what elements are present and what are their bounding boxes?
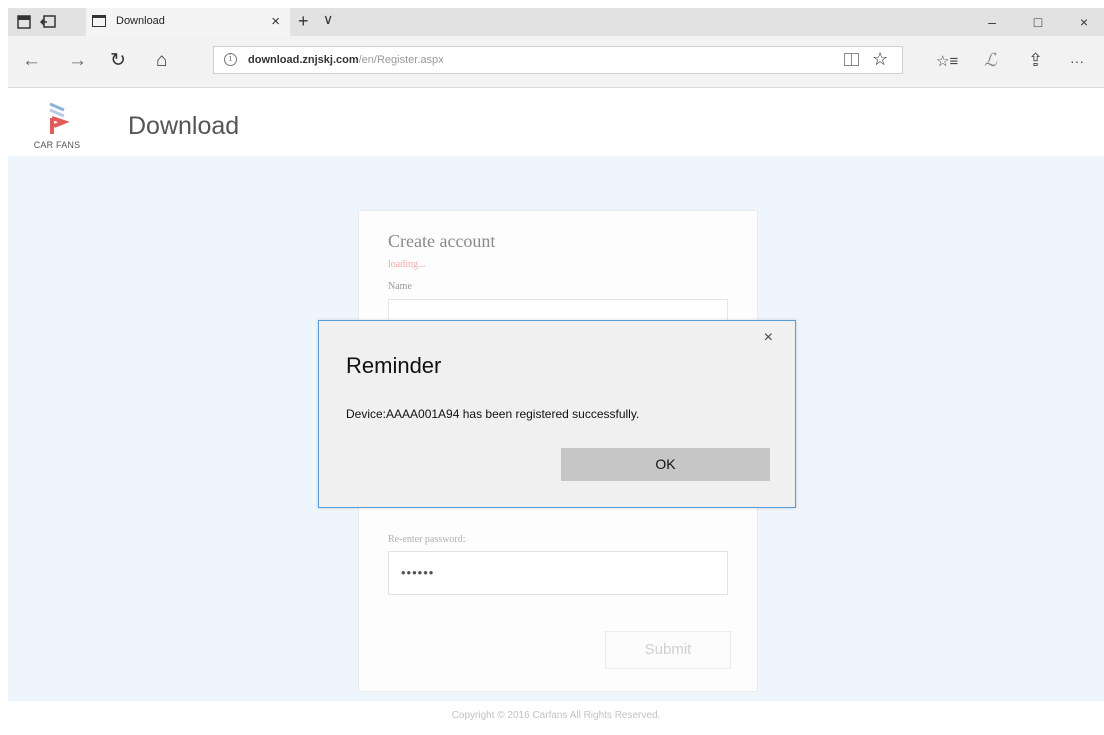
carfans-logo[interactable]: CAR FANS: [32, 96, 82, 152]
forward-icon[interactable]: →: [68, 50, 87, 72]
tab-title: Download: [116, 15, 165, 27]
tab-close-icon[interactable]: ×: [271, 13, 280, 30]
footer-copyright: Copyright © 2016 Carfans All Rights Rese…: [451, 710, 661, 721]
logo-mark-icon: [49, 102, 70, 134]
refresh-icon[interactable]: ↻: [110, 50, 126, 72]
loading-status: loading...: [388, 259, 426, 270]
dialog-message: Device:AAAA001A94 has been registered su…: [346, 407, 640, 421]
submit-button[interactable]: Submit: [605, 631, 731, 669]
back-icon[interactable]: ←: [22, 50, 41, 72]
dialog-close-icon[interactable]: ×: [764, 329, 773, 347]
close-window-icon[interactable]: ×: [1069, 12, 1099, 32]
url-domain: download.znjskj.com: [248, 54, 359, 66]
tab-bar: Download × + ∨ – □ ×: [8, 8, 1104, 36]
reading-view-icon[interactable]: [844, 53, 859, 66]
url-text: download.znjskj.com/en/Register.aspx: [248, 54, 444, 66]
reenter-password-input[interactable]: ••••••: [388, 551, 728, 595]
favorites-hub-icon[interactable]: ☆≡: [936, 52, 958, 70]
reenter-password-label: Re-enter password:: [388, 534, 466, 545]
tab-preview-icon[interactable]: [14, 12, 34, 32]
logo-text: CAR FANS: [33, 140, 81, 150]
site-title: Download: [128, 112, 240, 140]
share-icon[interactable]: ⇪: [1028, 50, 1043, 71]
set-aside-tabs-icon[interactable]: [38, 12, 58, 32]
url-path: /en/Register.aspx: [358, 54, 444, 66]
minimize-icon[interactable]: –: [977, 12, 1007, 32]
name-label: Name: [388, 281, 412, 292]
password-mask: ••••••: [401, 565, 435, 580]
reminder-dialog: × Reminder Device:AAAA001A94 has been re…: [318, 320, 796, 508]
web-notes-icon[interactable]: ℒ: [984, 50, 997, 71]
more-icon[interactable]: ···: [1070, 53, 1084, 69]
dialog-title: Reminder: [346, 353, 442, 378]
site-header: CAR FANS Download: [8, 88, 1104, 156]
form-title: Create account: [388, 231, 496, 251]
page-icon: [92, 15, 106, 27]
browser-window: Download × + ∨ – □ × ← → ↻ ⌂ i download.…: [0, 0, 1104, 735]
home-icon[interactable]: ⌂: [156, 50, 167, 72]
ok-button[interactable]: OK: [561, 448, 770, 481]
navigation-bar: ← → ↻ ⌂ i download.znjskj.com/en/Registe…: [8, 36, 1104, 88]
tab-download[interactable]: Download ×: [86, 8, 290, 36]
new-tab-icon[interactable]: +: [298, 11, 309, 32]
tab-menu-chevron-icon[interactable]: ∨: [323, 11, 333, 28]
info-icon[interactable]: i: [224, 53, 237, 66]
maximize-icon[interactable]: □: [1023, 12, 1053, 32]
address-bar[interactable]: i download.znjskj.com/en/Register.aspx ☆: [213, 46, 903, 74]
favorite-star-icon[interactable]: ☆: [872, 49, 888, 70]
